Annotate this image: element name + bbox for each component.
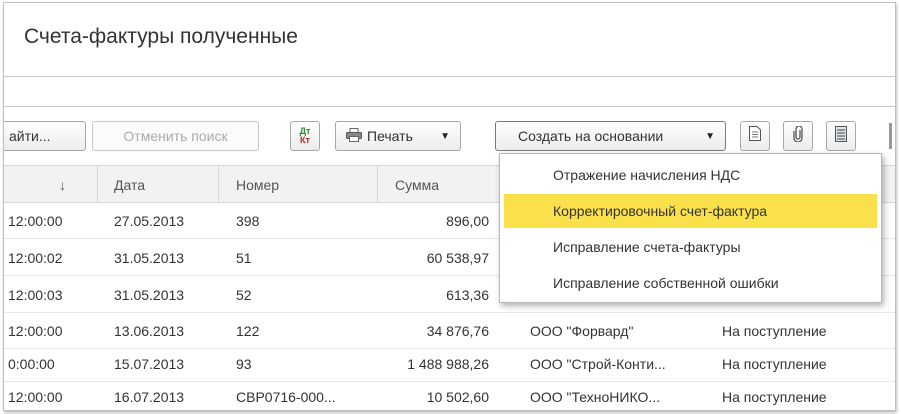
cell-number: 122 — [236, 323, 260, 339]
print-button[interactable]: Печать ▼ — [335, 121, 461, 151]
cell-sum: 896,00 — [446, 213, 489, 229]
page-title: Счета-фактуры полученные — [24, 25, 298, 48]
cell-sum: 1 488 988,26 — [407, 356, 489, 372]
list-settings-button[interactable] — [826, 121, 856, 151]
cancel-search-button[interactable]: Отменить поиск — [92, 121, 259, 151]
menu-item-vat-accrual[interactable]: Отражение начисления НДС — [504, 158, 877, 192]
cell-number: 93 — [236, 356, 252, 372]
cell-counterparty: ООО "Строй-Конти... — [530, 356, 666, 372]
table-row[interactable]: 12:00:00 16.07.2013 СВР0716-000... 10 50… — [4, 379, 895, 410]
column-header-sum[interactable]: Сумма — [395, 166, 439, 204]
toolbar-top-divider — [4, 106, 895, 107]
attachment-button[interactable] — [783, 121, 813, 151]
find-button[interactable]: айти... — [4, 121, 86, 151]
chevron-down-icon: ▼ — [705, 130, 715, 142]
table-row[interactable]: 0:00:00 15.07.2013 93 1 488 988,26 ООО "… — [4, 346, 895, 382]
column-header-sort[interactable]: ↓ — [59, 166, 66, 204]
column-header-date[interactable]: Дата — [114, 166, 145, 204]
document-icon — [749, 126, 761, 146]
table-row[interactable]: 12:00:00 13.06.2013 122 34 876,76 ООО "Ф… — [4, 313, 895, 349]
cell-counterparty: ООО "Форвард" — [530, 323, 634, 339]
cell-sum: 34 876,76 — [426, 323, 489, 339]
dtkt-button[interactable]: Дт Кт — [290, 121, 320, 151]
cell-date: 16.07.2013 — [114, 389, 185, 405]
print-label: Печать — [367, 128, 413, 144]
cell-number: 51 — [236, 250, 252, 266]
column-separator — [218, 165, 219, 203]
cell-date: 31.05.2013 — [114, 287, 185, 303]
cell-date: 31.05.2013 — [114, 250, 185, 266]
create-based-on-label: Создать на основании — [518, 128, 664, 144]
cell-number: 52 — [236, 287, 252, 303]
title-divider — [4, 76, 895, 77]
chevron-down-icon: ▼ — [440, 130, 450, 142]
create-based-on-menu: Отражение начисления НДС Корректировочны… — [499, 153, 882, 303]
list-icon — [835, 125, 847, 147]
cancel-search-label: Отменить поиск — [123, 128, 228, 144]
cell-time: 12:00:00 — [8, 213, 63, 229]
paperclip-icon — [793, 124, 803, 147]
cell-date: 13.06.2013 — [114, 323, 185, 339]
cell-time: 0:00:00 — [8, 356, 55, 372]
cell-time: 12:00:00 — [8, 323, 63, 339]
menu-item-corrective-invoice[interactable]: Корректировочный счет-фактура — [504, 194, 877, 228]
find-button-label: айти... — [9, 128, 51, 144]
create-based-on-button[interactable]: Создать на основании ▼ — [495, 121, 726, 151]
cell-time: 12:00:02 — [8, 250, 63, 266]
dtkt-icon: Дт Кт — [299, 126, 311, 145]
cell-time: 12:00:00 — [8, 389, 63, 405]
cell-status: На поступление — [722, 389, 827, 405]
cell-sum: 10 502,60 — [426, 389, 489, 405]
cell-status: На поступление — [722, 323, 827, 339]
window-frame: Счета-фактуры полученные айти... Отменит… — [3, 2, 896, 411]
cell-time: 12:00:03 — [8, 287, 63, 303]
cell-date: 27.05.2013 — [114, 213, 185, 229]
printer-icon — [346, 127, 362, 145]
cell-sum: 613,36 — [446, 287, 489, 303]
menu-item-own-error-correction[interactable]: Исправление собственной ошибки — [504, 266, 877, 300]
menu-item-invoice-correction[interactable]: Исправление счета-фактуры — [504, 230, 877, 264]
column-header-number[interactable]: Номер — [236, 166, 279, 204]
toolbar-edge — [889, 123, 892, 149]
cell-counterparty: ООО "ТехноНИКО... — [530, 389, 661, 405]
column-separator — [377, 165, 378, 203]
cell-number: СВР0716-000... — [236, 389, 336, 405]
cell-sum: 60 538,97 — [426, 250, 489, 266]
cell-date: 15.07.2013 — [114, 356, 185, 372]
document-list-button[interactable] — [740, 121, 770, 151]
column-separator — [97, 165, 98, 203]
cell-number: 398 — [236, 213, 260, 229]
cell-status: На поступление — [722, 356, 827, 372]
